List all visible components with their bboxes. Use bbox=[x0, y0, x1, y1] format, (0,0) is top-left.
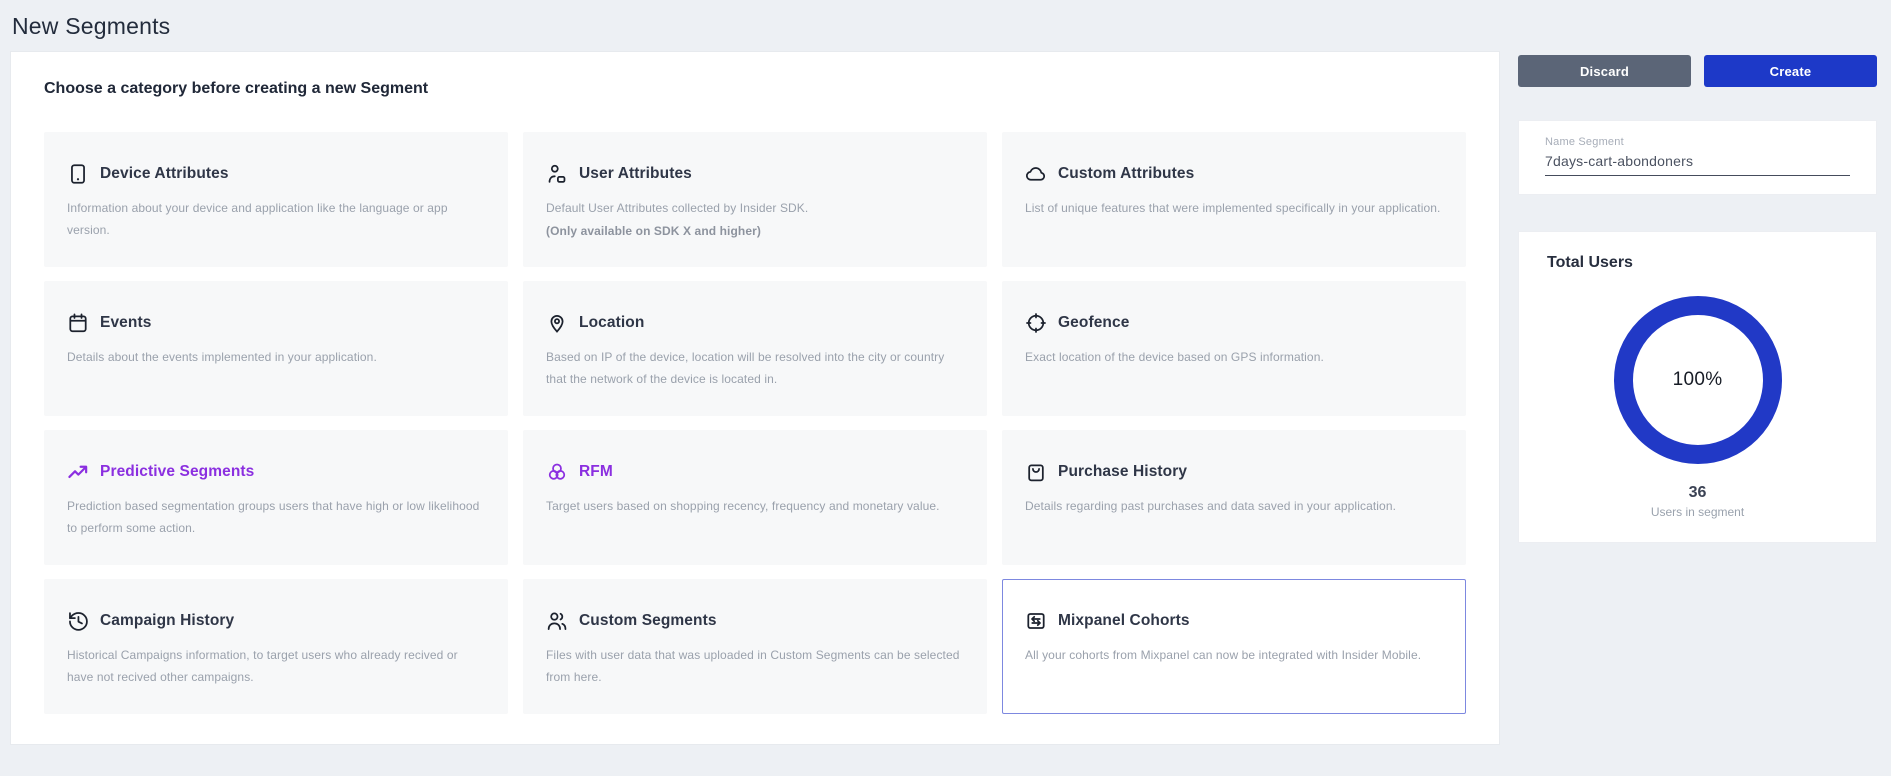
users-count: 36 bbox=[1547, 484, 1848, 502]
page-title: New Segments bbox=[12, 13, 170, 40]
category-title: Events bbox=[100, 314, 151, 332]
category-card-campaign-history[interactable]: Campaign History Historical Campaigns in… bbox=[44, 579, 508, 714]
category-title: Location bbox=[579, 314, 644, 332]
segment-sidebar: Discard Create Name Segment Total Users … bbox=[1518, 55, 1877, 543]
category-description: Default User Attributes collected by Ins… bbox=[546, 198, 966, 220]
category-title: Predictive Segments bbox=[100, 463, 254, 481]
category-card-custom-segments[interactable]: Custom Segments Files with user data tha… bbox=[523, 579, 987, 714]
category-card-device-attributes[interactable]: Device Attributes Information about your… bbox=[44, 132, 508, 267]
category-description: Exact location of the device based on GP… bbox=[1025, 347, 1445, 369]
category-title: Purchase History bbox=[1058, 463, 1187, 481]
category-title: Geofence bbox=[1058, 314, 1129, 332]
transfer-arrows-icon bbox=[1025, 610, 1047, 632]
category-description: Historical Campaigns information, to tar… bbox=[67, 645, 487, 688]
category-description: Information about your device and applic… bbox=[67, 198, 487, 241]
category-card-events[interactable]: Events Details about the events implemen… bbox=[44, 281, 508, 416]
category-card-user-attributes[interactable]: User Attributes Default User Attributes … bbox=[523, 132, 987, 267]
category-title: Custom Segments bbox=[579, 612, 717, 630]
category-description: Details about the events implemented in … bbox=[67, 347, 487, 369]
segment-category-panel: Choose a category before creating a new … bbox=[10, 51, 1500, 745]
panel-heading: Choose a category before creating a new … bbox=[44, 80, 1466, 98]
category-card-custom-attributes[interactable]: Custom Attributes List of unique feature… bbox=[1002, 132, 1466, 267]
users-icon bbox=[546, 610, 568, 632]
shopping-bag-icon bbox=[1025, 461, 1047, 483]
category-card-mixpanel-cohorts[interactable]: Mixpanel Cohorts All your cohorts from M… bbox=[1002, 579, 1466, 714]
cloud-icon bbox=[1025, 163, 1047, 185]
category-description: Based on IP of the device, location will… bbox=[546, 347, 966, 390]
venn-circles-icon bbox=[546, 461, 568, 483]
category-card-rfm[interactable]: RFM Target users based on shopping recen… bbox=[523, 430, 987, 565]
map-pin-icon bbox=[546, 312, 568, 334]
trending-up-icon bbox=[67, 461, 89, 483]
category-title: Device Attributes bbox=[100, 165, 229, 183]
donut-percent-label: 100% bbox=[1673, 369, 1723, 391]
category-description: Files with user data that was uploaded i… bbox=[546, 645, 966, 688]
category-title: User Attributes bbox=[579, 165, 692, 183]
category-card-geofence[interactable]: Geofence Exact location of the device ba… bbox=[1002, 281, 1466, 416]
total-users-heading: Total Users bbox=[1547, 254, 1848, 272]
category-card-purchase-history[interactable]: Purchase History Details regarding past … bbox=[1002, 430, 1466, 565]
name-segment-input[interactable] bbox=[1545, 148, 1850, 176]
category-grid: Device Attributes Information about your… bbox=[44, 132, 1466, 714]
category-description: All your cohorts from Mixpanel can now b… bbox=[1025, 645, 1445, 667]
users-count-caption: Users in segment bbox=[1547, 505, 1848, 519]
category-card-location[interactable]: Location Based on IP of the device, loca… bbox=[523, 281, 987, 416]
category-description: Details regarding past purchases and dat… bbox=[1025, 496, 1445, 518]
category-title: Custom Attributes bbox=[1058, 165, 1194, 183]
category-card-predictive-segments[interactable]: Predictive Segments Prediction based seg… bbox=[44, 430, 508, 565]
create-button[interactable]: Create bbox=[1704, 55, 1877, 87]
calendar-icon bbox=[67, 312, 89, 334]
total-users-donut: 100% bbox=[1614, 296, 1782, 464]
category-description: Target users based on shopping recency, … bbox=[546, 496, 966, 518]
discard-button[interactable]: Discard bbox=[1518, 55, 1691, 87]
user-attributes-icon bbox=[546, 163, 568, 185]
category-title: RFM bbox=[579, 463, 613, 481]
category-title: Campaign History bbox=[100, 612, 234, 630]
category-description-note: (Only available on SDK X and higher) bbox=[546, 221, 966, 243]
category-description: Prediction based segmentation groups use… bbox=[67, 496, 487, 539]
device-icon bbox=[67, 163, 89, 185]
category-description: List of unique features that were implem… bbox=[1025, 198, 1445, 220]
name-segment-panel: Name Segment bbox=[1518, 120, 1877, 195]
category-title: Mixpanel Cohorts bbox=[1058, 612, 1190, 630]
geofence-icon bbox=[1025, 312, 1047, 334]
history-clock-icon bbox=[67, 610, 89, 632]
name-segment-label: Name Segment bbox=[1545, 136, 1850, 148]
total-users-panel: Total Users 100% 36 Users in segment bbox=[1518, 231, 1877, 543]
